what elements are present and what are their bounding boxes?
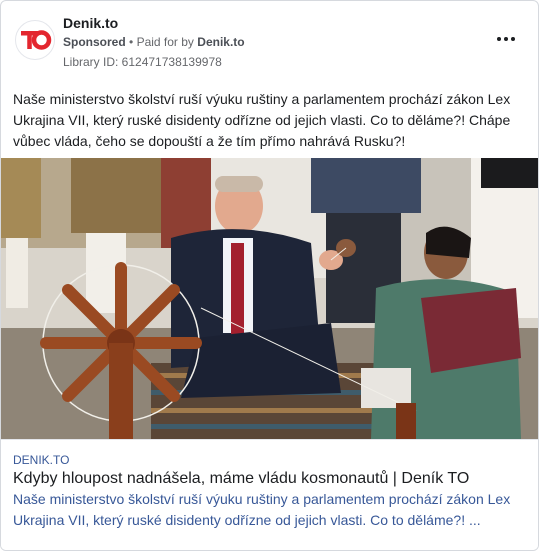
link-title[interactable]: Kdyby hloupost nadnášela, máme vládu kos…: [13, 468, 469, 490]
more-options-button[interactable]: [494, 33, 518, 45]
link-description[interactable]: Naše ministerstvo školství ruší výuku ru…: [13, 489, 525, 531]
ad-header: Denik.to Sponsored • Paid for by Denik.t…: [13, 13, 526, 73]
more-dot: [511, 37, 515, 41]
library-id: Library ID: 612471738139978: [63, 55, 222, 69]
separator-dot: •: [129, 35, 134, 49]
more-horizontal-icon: [497, 37, 501, 41]
page-name[interactable]: Denik.to: [63, 15, 118, 31]
post-text: Naše ministerstvo školství ruší výuku ru…: [13, 91, 511, 149]
ad-card: Denik.to Sponsored • Paid for by Denik.t…: [0, 0, 539, 551]
link-domain: DENIK.TO: [13, 453, 70, 467]
paid-for-name[interactable]: Denik.to: [197, 35, 244, 49]
denik-to-logo-icon: [21, 30, 52, 50]
photo-illustration: [1, 158, 538, 439]
ad-image[interactable]: [1, 158, 538, 439]
paid-for-prefix: Paid for by: [136, 35, 194, 49]
link-preview[interactable]: DENIK.TO Kdyby hloupost nadnášela, máme …: [1, 439, 538, 550]
page-logo[interactable]: [15, 20, 55, 60]
more-dot: [504, 37, 508, 41]
sponsored-label: Sponsored: [63, 35, 126, 49]
sponsored-line: Sponsored • Paid for by Denik.to: [63, 35, 245, 49]
